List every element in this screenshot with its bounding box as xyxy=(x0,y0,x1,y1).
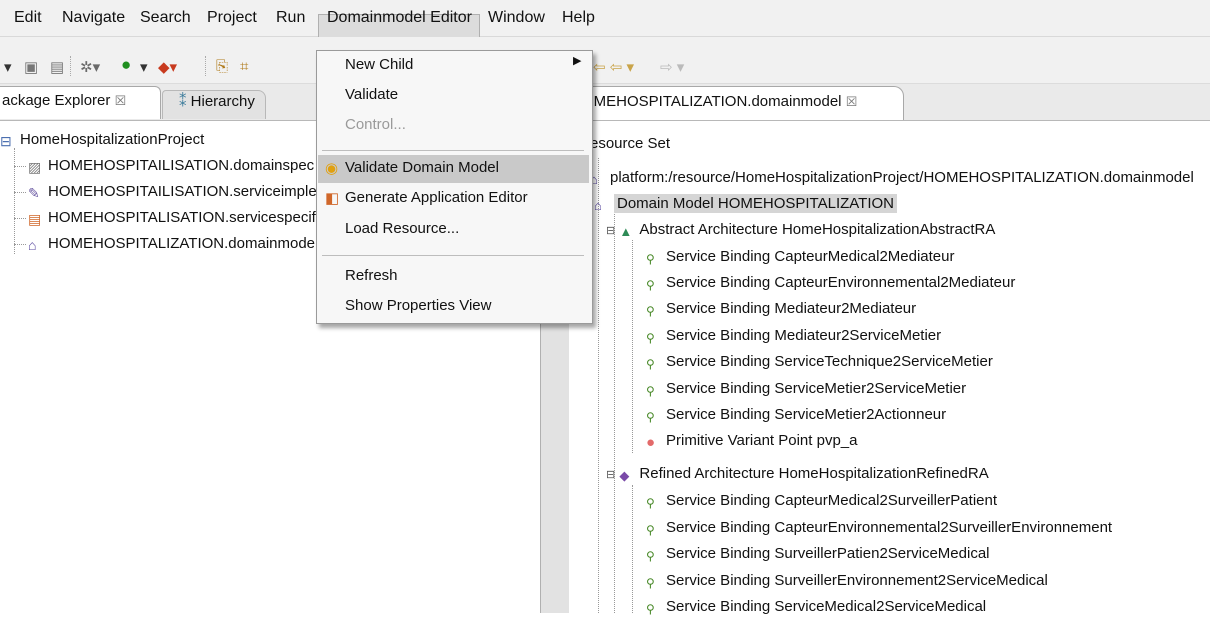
menu-search[interactable]: Search xyxy=(140,9,191,27)
open-type-icon[interactable]: ⎘ xyxy=(216,58,228,75)
generate-icon: ◧ xyxy=(325,190,340,207)
menu-item-generate-application-editor[interactable]: Generate Application Editor xyxy=(345,189,528,206)
tree-item-project[interactable]: ⊟ HomeHospitalizationProject xyxy=(0,131,204,149)
tree-item-binding[interactable]: ⚲ Service Binding SurveillerPatien2Servic… xyxy=(646,545,990,564)
tree-item-domain-model[interactable]: ⌂ Domain Model HOMEHOSPITALIZATION xyxy=(594,194,898,213)
service-binding-icon: ⚲ xyxy=(646,496,655,510)
save-icon[interactable]: ▣ xyxy=(24,58,38,76)
service-binding-icon: ⚲ xyxy=(646,331,655,345)
menu-item-validate-domain-model[interactable]: Validate Domain Model xyxy=(345,159,499,176)
domainspec-file-icon: ▨ xyxy=(28,159,42,175)
open-task-icon[interactable]: ⌗ xyxy=(240,58,248,75)
tree-item-binding[interactable]: ⚲ Service Binding Mediateur2Mediateur xyxy=(646,300,916,319)
menu-project[interactable]: Project xyxy=(207,9,257,27)
back-nav-icon[interactable]: ⇦ ⇦ ▾ xyxy=(593,58,634,76)
tree-item-binding[interactable]: ⚲ Service Binding Mediateur2ServiceMetier xyxy=(646,327,941,346)
tab-package-explorer[interactable]: ackage Explorer ☒ xyxy=(2,92,126,109)
domain-model-icon: ⌂ xyxy=(594,198,602,213)
tree-item-serviceimpl[interactable]: ✎ HOMEHOSPITAILISATION.serviceimple xyxy=(28,183,317,201)
domainmodel-file-icon: ⌂ xyxy=(28,237,37,253)
menu-item-load-resource[interactable]: Load Resource... xyxy=(345,220,459,237)
menu-navigate[interactable]: Navigate xyxy=(62,9,125,27)
tree-item-binding[interactable]: ⚲ Service Binding ServiceMedical2ServiceM… xyxy=(646,598,986,617)
abstract-architecture-icon: ▲ xyxy=(619,224,633,239)
service-binding-icon: ⚲ xyxy=(646,252,655,266)
menu-edit[interactable]: Edit xyxy=(14,9,42,27)
menu-item-validate[interactable]: Validate xyxy=(345,86,398,103)
print-icon[interactable]: ▤ xyxy=(50,58,64,76)
tree-item-refined-architecture[interactable]: ⊟ ◆ Refined Architecture HomeHospitalizat… xyxy=(606,465,989,483)
tree-item-domainspec[interactable]: ▨ HOMEHOSPITAILISATION.domainspec xyxy=(28,157,314,175)
forward-nav-icon[interactable]: ⇨ ▾ xyxy=(660,58,684,76)
menu-item-refresh[interactable]: Refresh xyxy=(345,267,398,284)
service-binding-icon: ⚲ xyxy=(646,410,655,424)
tree-item-binding[interactable]: ⚲ Service Binding CapteurEnvironnemental2… xyxy=(646,274,1015,293)
close-icon[interactable]: ☒ xyxy=(115,93,127,108)
service-binding-icon: ⚲ xyxy=(646,523,655,537)
service-binding-icon: ⚲ xyxy=(646,357,655,371)
close-icon[interactable]: ☒ xyxy=(846,94,858,109)
new-dropdown-icon[interactable]: ▾ xyxy=(4,58,12,76)
refined-architecture-icon: ◆ xyxy=(619,468,630,483)
variant-point-icon: ● xyxy=(646,434,656,451)
tree-item-resource-set[interactable]: esource Set xyxy=(590,135,670,152)
debug-icon[interactable]: ✲▾ xyxy=(80,58,100,76)
service-binding-icon: ⚲ xyxy=(646,384,655,398)
tree-item-variant-point[interactable]: ● Primitive Variant Point pvp_a xyxy=(646,432,857,451)
service-binding-icon: ⚲ xyxy=(646,304,655,318)
tree-item-domainmodel[interactable]: ⌂ HOMEHOSPITALIZATION.domainmode xyxy=(28,235,315,253)
external-tools-icon[interactable]: ◆▾ xyxy=(158,58,177,76)
tree-item-binding[interactable]: ⚲ Service Binding CapteurMedical2Surveill… xyxy=(646,492,997,511)
tree-item-binding[interactable]: ⚲ Service Binding ServiceMetier2Actionneu… xyxy=(646,406,946,425)
menu-item-show-properties-view[interactable]: Show Properties View xyxy=(345,297,491,314)
tree-item-binding[interactable]: ⚲ Service Binding SurveillerEnvironnement… xyxy=(646,572,1048,591)
project-icon: ⊟ xyxy=(0,133,12,149)
hierarchy-icon: ⁑ xyxy=(179,93,187,110)
run-icon[interactable]: ● xyxy=(121,55,131,75)
tree-item-binding[interactable]: ⚲ Service Binding CapteurMedical2Mediateu… xyxy=(646,248,955,267)
tree-item-binding[interactable]: ⚲ Service Binding ServiceTechnique2Servic… xyxy=(646,353,993,372)
tree-item-binding[interactable]: ⚲ Service Binding ServiceMetier2ServiceMe… xyxy=(646,380,966,399)
tree-item-binding[interactable]: ⚲ Service Binding CapteurEnvironnemental2… xyxy=(646,519,1112,538)
tab-hierarchy[interactable]: ⁑ Hierarchy xyxy=(179,92,255,110)
collapse-icon[interactable]: ⊟ xyxy=(606,469,615,481)
submenu-arrow-icon: ▶ xyxy=(573,55,582,67)
tree-item-resource[interactable]: ⌂ platform:/resource/HomeHospitalizationP… xyxy=(590,169,1194,187)
service-binding-icon: ⚲ xyxy=(646,278,655,292)
tab-domainmodel-editor[interactable]: OMEHOSPITALIZATION.domainmodel ☒ xyxy=(582,93,857,110)
service-binding-icon: ⚲ xyxy=(646,549,655,563)
tree-item-servicespec[interactable]: ▤ HOMEHOSPITALISATION.servicespecifi xyxy=(28,209,319,227)
service-binding-icon: ⚲ xyxy=(646,576,655,590)
service-binding-icon: ⚲ xyxy=(646,602,655,616)
menu-help[interactable]: Help xyxy=(562,9,595,27)
menu-run[interactable]: Run xyxy=(276,9,305,27)
menu-item-control: Control... xyxy=(345,116,406,133)
run-dropdown-icon[interactable]: ▾ xyxy=(140,58,148,76)
menu-window[interactable]: Window xyxy=(488,9,545,27)
serviceimpl-file-icon: ✎ xyxy=(28,185,40,201)
collapse-icon[interactable]: ⊟ xyxy=(606,225,615,237)
menu-item-new-child[interactable]: New Child xyxy=(345,56,413,73)
menu-domainmodel-editor[interactable]: Domainmodel Editor xyxy=(327,9,472,27)
tree-item-abstract-architecture[interactable]: ⊟ ▲ Abstract Architecture HomeHospitaliza… xyxy=(606,221,995,239)
servicespec-file-icon: ▤ xyxy=(28,211,42,227)
validate-icon: ◉ xyxy=(325,160,339,177)
